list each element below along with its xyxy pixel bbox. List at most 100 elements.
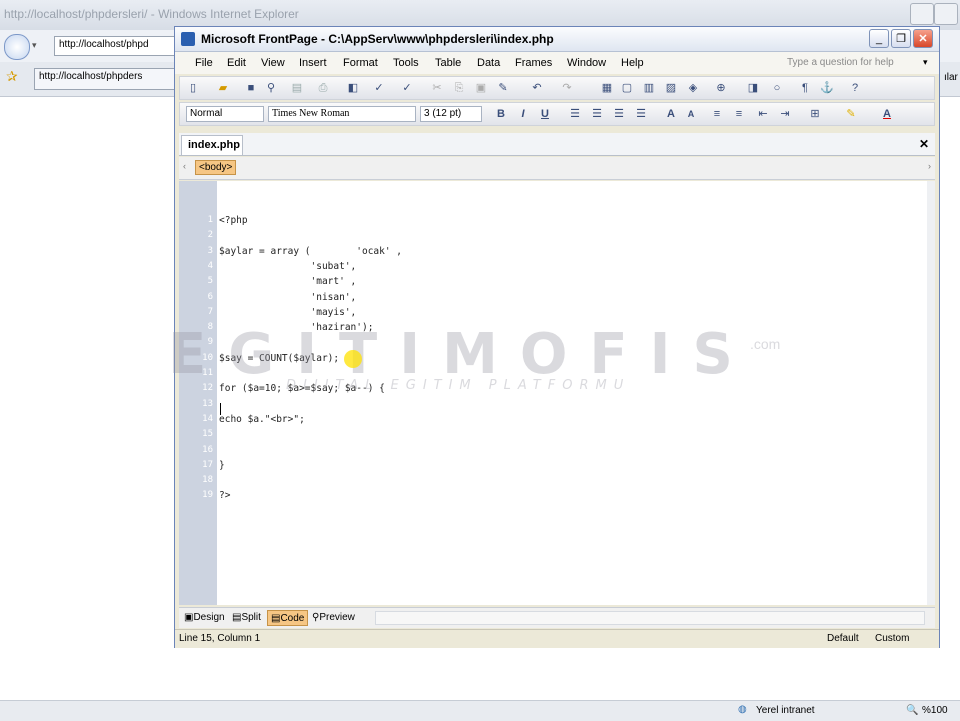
- status-default[interactable]: Default: [827, 633, 859, 644]
- spelling-check-icon[interactable]: ✓: [400, 81, 414, 95]
- tab-index-php[interactable]: index.php: [181, 135, 243, 155]
- new-page-icon[interactable]: ▯: [186, 81, 200, 95]
- close-document-icon[interactable]: ✕: [919, 137, 929, 151]
- size-select[interactable]: 3 (12 pt): [420, 106, 482, 122]
- justify-icon[interactable]: ☰: [634, 107, 648, 121]
- code-line[interactable]: $say = COUNT($aylar);: [219, 353, 339, 364]
- view-tab-design[interactable]: ▣Design: [181, 610, 228, 626]
- stop-icon[interactable]: ○: [770, 81, 784, 95]
- paste-icon[interactable]: ▣: [474, 81, 488, 95]
- insert-table-icon[interactable]: ▢: [620, 81, 634, 95]
- ie-address-input[interactable]: http://localhost/phpd: [54, 36, 176, 56]
- help-icon[interactable]: ?: [848, 81, 862, 95]
- tag-left-arrow-icon[interactable]: ‹: [183, 161, 186, 171]
- decrease-font-icon[interactable]: A: [684, 107, 698, 121]
- align-right-icon[interactable]: ☰: [612, 107, 626, 121]
- underline-icon[interactable]: U: [538, 107, 552, 121]
- code-line[interactable]: 'mart' ,: [219, 276, 357, 287]
- ie-zoom-level[interactable]: %100: [922, 705, 948, 716]
- italic-icon[interactable]: I: [516, 107, 530, 121]
- highlight-icon[interactable]: ✎: [844, 107, 858, 121]
- menu-view[interactable]: View: [261, 57, 285, 69]
- code-line[interactable]: 'nisan',: [219, 292, 357, 303]
- view-tab-preview[interactable]: ⚲Preview: [309, 610, 358, 626]
- minimize-button[interactable]: _: [869, 29, 889, 48]
- copy-icon[interactable]: ⎘: [452, 81, 466, 95]
- help-dropdown-icon[interactable]: ▾: [923, 57, 928, 68]
- align-left-icon[interactable]: ☰: [568, 107, 582, 121]
- hyperlink-icon[interactable]: ⊕: [714, 81, 728, 95]
- print-icon[interactable]: ⎙: [316, 81, 330, 95]
- ie-history-dropdown-icon[interactable]: ▾: [32, 40, 37, 51]
- menu-insert[interactable]: Insert: [299, 57, 327, 69]
- insert-picture-icon[interactable]: ▨: [664, 81, 678, 95]
- code-line[interactable]: for ($a=10; $a>=$say; $a--) {: [219, 383, 385, 394]
- menu-frames[interactable]: Frames: [515, 57, 552, 69]
- close-button[interactable]: ✕: [913, 29, 933, 48]
- spelling-icon[interactable]: ✓: [372, 81, 386, 95]
- status-custom[interactable]: Custom: [875, 633, 909, 644]
- code-line[interactable]: }: [219, 460, 225, 471]
- code-line[interactable]: <?php: [219, 215, 248, 226]
- standard-toolbar: ▯ ▰ ■ ⚲ ▤ ⎙ ◧ ✓ ✓ ✂ ⎘ ▣ ✎ ↶ ↷ ▦ ▢ ▥ ▨ ◈ …: [179, 76, 935, 100]
- view-tab-code[interactable]: ▤Code: [267, 610, 309, 626]
- horizontal-scrollbar[interactable]: [375, 611, 925, 625]
- menu-table[interactable]: Table: [435, 57, 461, 69]
- restore-button[interactable]: ❐: [891, 29, 911, 48]
- numbering-icon[interactable]: ≡: [710, 107, 724, 121]
- tag-right-arrow-icon[interactable]: ›: [928, 161, 931, 171]
- bold-icon[interactable]: B: [494, 107, 508, 121]
- decrease-indent-icon[interactable]: ⇤: [756, 107, 770, 121]
- zoom-icon[interactable]: 🔍: [906, 705, 918, 716]
- line-number: 5: [207, 276, 213, 287]
- code-line[interactable]: echo $a."<br>";: [219, 414, 305, 425]
- code-editor[interactable]: 1 2 3 4 5 6 7 8 9 10 11 12 13 14 15 16 17 18 19 <?php $ayla…: [179, 181, 935, 605]
- menu-data[interactable]: Data: [477, 57, 500, 69]
- undo-icon[interactable]: ↶: [530, 81, 544, 95]
- open-folder-icon[interactable]: ▰: [216, 81, 230, 95]
- menu-window[interactable]: Window: [567, 57, 606, 69]
- insert-layer-icon[interactable]: ▥: [642, 81, 656, 95]
- format-painter-icon[interactable]: ✎: [496, 81, 510, 95]
- help-question-input[interactable]: Type a question for help: [787, 57, 894, 68]
- increase-indent-icon[interactable]: ⇥: [778, 107, 792, 121]
- ie-back-icon[interactable]: [4, 34, 30, 60]
- code-line[interactable]: 'subat',: [219, 261, 357, 272]
- preview-icon[interactable]: ◧: [346, 81, 360, 95]
- frontpage-status-bar: Line 15, Column 1 Default Custom: [175, 629, 939, 648]
- borders-icon[interactable]: ⊞: [808, 107, 822, 121]
- save-icon[interactable]: ■: [244, 81, 258, 95]
- web-component-icon[interactable]: ▦: [600, 81, 614, 95]
- code-line[interactable]: ?>: [219, 490, 230, 501]
- body-tag-button[interactable]: <body>: [195, 160, 237, 175]
- bullets-icon[interactable]: ≡: [732, 107, 746, 121]
- ie-tab[interactable]: http://localhost/phpders: [34, 68, 176, 90]
- menu-format[interactable]: Format: [343, 57, 378, 69]
- font-color-icon[interactable]: A: [880, 107, 894, 121]
- cut-icon[interactable]: ✂: [430, 81, 444, 95]
- code-line[interactable]: 'haziran');: [219, 322, 374, 333]
- line-number: 7: [207, 306, 213, 317]
- menu-tools[interactable]: Tools: [393, 57, 419, 69]
- ie-minimize-button[interactable]: [910, 3, 934, 25]
- drawing-icon[interactable]: ◈: [686, 81, 700, 95]
- font-select[interactable]: Times New Roman: [268, 106, 416, 122]
- menu-file[interactable]: File: [195, 57, 213, 69]
- ie-favorites-star-icon[interactable]: ✰: [6, 68, 18, 85]
- publish-icon[interactable]: ▤: [290, 81, 304, 95]
- align-center-icon[interactable]: ☰: [590, 107, 604, 121]
- style-select[interactable]: Normal: [186, 106, 264, 122]
- vertical-scrollbar[interactable]: [927, 181, 935, 605]
- ie-maximize-button[interactable]: [934, 3, 958, 25]
- refresh-icon[interactable]: ◨: [746, 81, 760, 95]
- bookmark-icon[interactable]: ⚓: [820, 81, 834, 95]
- redo-icon[interactable]: ↷: [560, 81, 574, 95]
- menu-help[interactable]: Help: [621, 57, 644, 69]
- increase-font-icon[interactable]: A: [664, 107, 678, 121]
- menu-edit[interactable]: Edit: [227, 57, 246, 69]
- find-icon[interactable]: ⚲: [264, 81, 278, 95]
- show-all-icon[interactable]: ¶: [798, 81, 812, 95]
- code-line[interactable]: 'mayis',: [219, 307, 357, 318]
- code-line[interactable]: $aylar = array ( 'ocak' ,: [219, 246, 402, 257]
- view-tab-split[interactable]: ▤Split: [229, 610, 264, 626]
